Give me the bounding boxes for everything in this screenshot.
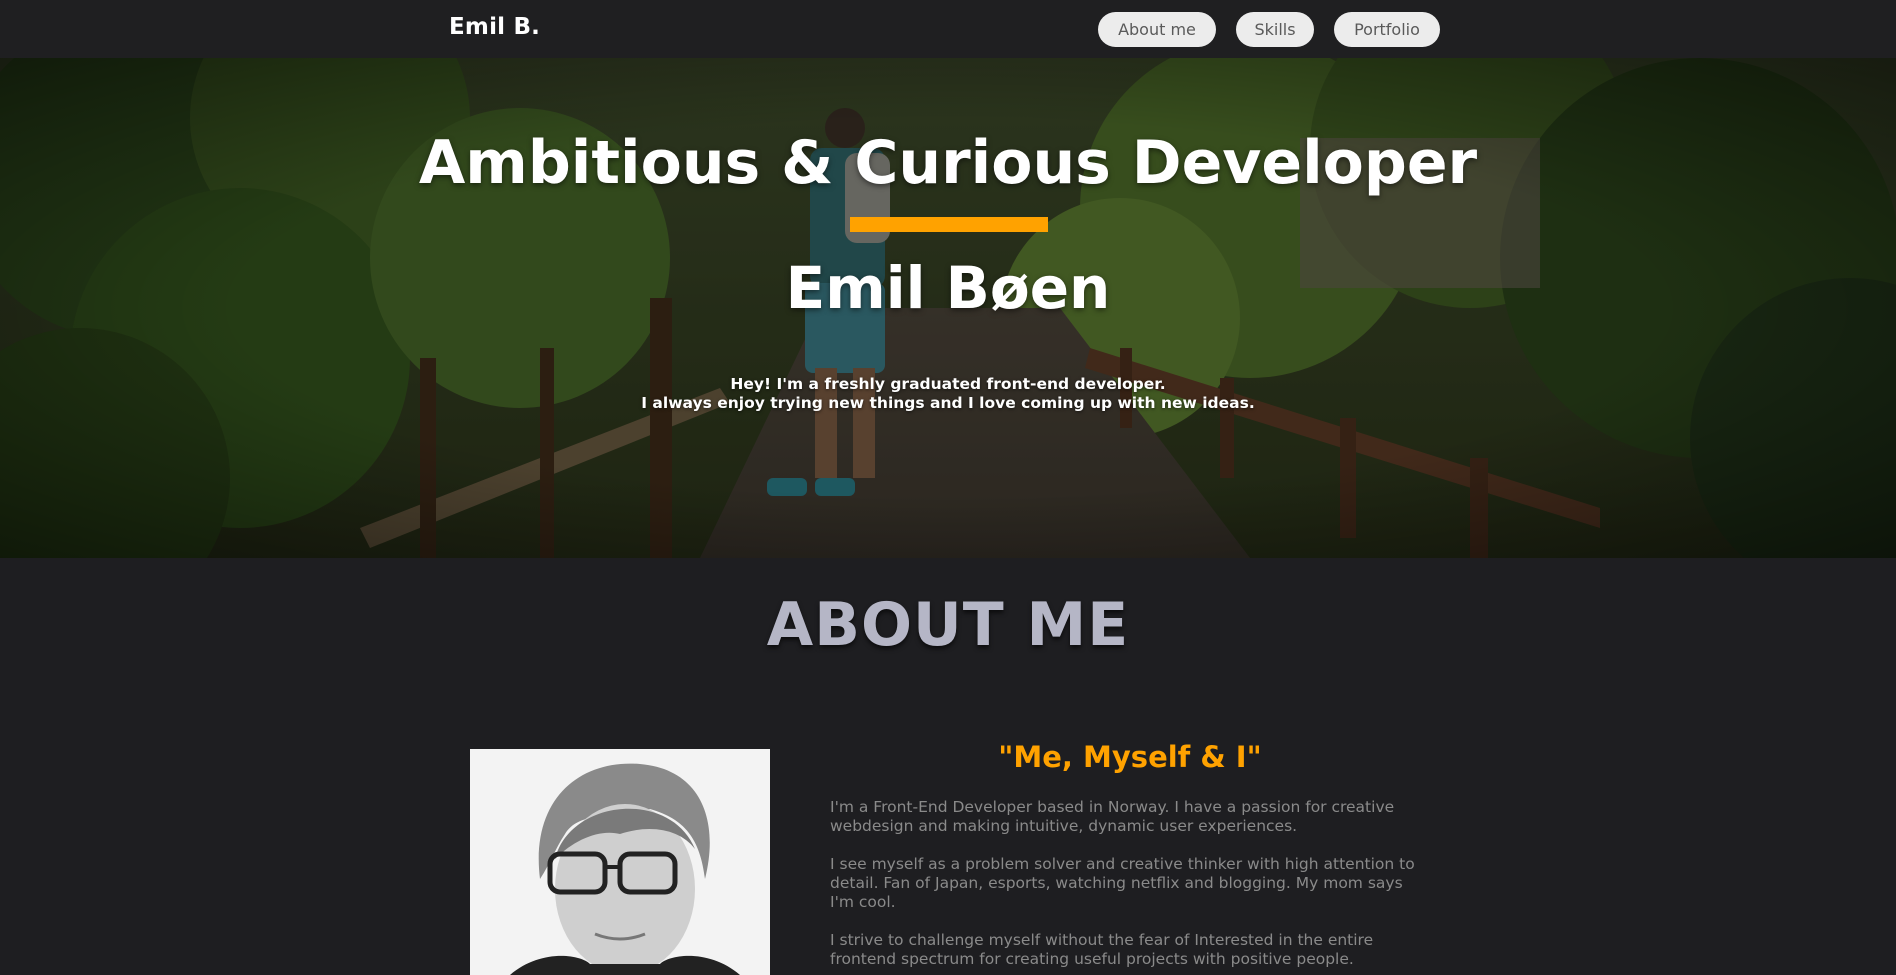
nav-portfolio-button[interactable]: Portfolio: [1334, 12, 1440, 47]
hero-intro: Hey! I'm a freshly graduated front-end d…: [0, 375, 1896, 413]
about-paragraph-1: I'm a Front-End Developer based in Norwa…: [830, 798, 1395, 835]
brand-logo[interactable]: Emil B.: [449, 14, 540, 40]
nav-skills-button[interactable]: Skills: [1236, 12, 1314, 47]
about-heading: ABOUT ME: [766, 590, 1130, 660]
about-paragraph-3: I strive to challenge myself without the…: [830, 931, 1374, 968]
about-subtitle: "Me, Myself & I": [998, 740, 1262, 774]
nav-about-me-button[interactable]: About me: [1098, 12, 1216, 47]
hero-intro-line-1: Hey! I'm a freshly graduated front-end d…: [730, 375, 1166, 393]
top-navbar: Emil B. About me Skills Portfolio: [0, 0, 1896, 58]
about-paragraph-2: I see myself as a problem solver and cre…: [830, 855, 1415, 911]
hero-section: Ambitious & Curious Developer Emil Bøen …: [0, 58, 1896, 558]
portrait-photo: [470, 749, 770, 975]
hero-title: Ambitious & Curious Developer: [418, 128, 1478, 198]
hero-intro-line-2: I always enjoy trying new things and I l…: [641, 394, 1255, 412]
hero-accent-divider: [850, 217, 1048, 232]
hero-name: Emil Bøen: [785, 254, 1111, 322]
